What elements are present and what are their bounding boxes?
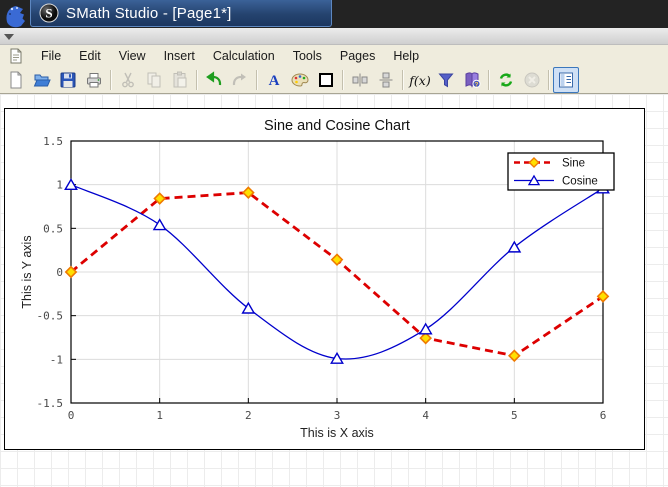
toolbar-separator xyxy=(548,70,550,90)
copy-icon[interactable] xyxy=(141,67,167,93)
reference-book-icon[interactable]: ? xyxy=(459,67,485,93)
toolbar-separator xyxy=(110,70,112,90)
filter-icon[interactable] xyxy=(433,67,459,93)
open-file-icon[interactable] xyxy=(29,67,55,93)
worksheet-canvas[interactable]: 0 1 2 3 4 5 6 -1.5 -1 -0.5 0 0.5 1 1.5 Sine and Cosine… xyxy=(0,94,668,487)
undo-icon[interactable] xyxy=(201,67,227,93)
print-icon[interactable] xyxy=(81,67,107,93)
svg-text:1: 1 xyxy=(156,409,163,422)
svg-text:1.5: 1.5 xyxy=(43,135,63,148)
window-shade-bar xyxy=(0,28,668,45)
window-manager-icon[interactable] xyxy=(1,0,29,28)
menu-tools[interactable]: Tools xyxy=(284,46,331,66)
menu-pages[interactable]: Pages xyxy=(331,46,384,66)
window-title: SMath Studio - [Page1*] xyxy=(66,5,232,22)
svg-text:0: 0 xyxy=(68,409,75,422)
menu-bar: File Edit View Insert Calculation Tools … xyxy=(0,45,668,67)
toolbar-separator xyxy=(342,70,344,90)
save-icon[interactable] xyxy=(55,67,81,93)
font-letter: A xyxy=(269,73,280,89)
svg-text:Sine and Cosine Chart: Sine and Cosine Chart xyxy=(264,118,410,134)
menu-help[interactable]: Help xyxy=(384,46,428,66)
collapse-triangle-icon[interactable] xyxy=(4,34,14,40)
title-bar: S SMath Studio - [Page1*] xyxy=(0,0,668,28)
toolbar: A f(x) ? xyxy=(0,67,668,94)
paste-icon[interactable] xyxy=(167,67,193,93)
smath-logo-icon: S xyxy=(39,3,59,23)
redo-icon[interactable] xyxy=(227,67,253,93)
stop-icon[interactable] xyxy=(519,67,545,93)
palette-icon[interactable] xyxy=(287,67,313,93)
chart-canvas: 0 1 2 3 4 5 6 -1.5 -1 -0.5 0 0.5 1 1.5 Sine and Cosine… xyxy=(5,109,644,453)
svg-text:6: 6 xyxy=(600,409,607,422)
new-page-icon[interactable] xyxy=(3,67,29,93)
function-icon[interactable]: f(x) xyxy=(407,67,433,93)
svg-text:3: 3 xyxy=(334,409,341,422)
menu-file[interactable]: File xyxy=(32,46,70,66)
toolbar-separator xyxy=(402,70,404,90)
recalculate-icon[interactable] xyxy=(493,67,519,93)
menu-calculation[interactable]: Calculation xyxy=(204,46,284,66)
menu-edit[interactable]: Edit xyxy=(70,46,110,66)
align-vertical-icon[interactable] xyxy=(373,67,399,93)
menu-insert[interactable]: Insert xyxy=(155,46,204,66)
svg-text:1: 1 xyxy=(56,179,63,192)
toolbar-separator xyxy=(196,70,198,90)
svg-text:5: 5 xyxy=(511,409,518,422)
svg-text:Cosine: Cosine xyxy=(562,176,598,188)
menu-view[interactable]: View xyxy=(110,46,155,66)
svg-text:This is Y axis: This is Y axis xyxy=(20,235,34,308)
function-label: f(x) xyxy=(409,73,430,88)
svg-text:0.5: 0.5 xyxy=(43,222,63,235)
svg-text:-0.5: -0.5 xyxy=(37,310,64,323)
svg-text:2: 2 xyxy=(245,409,252,422)
title-tab[interactable]: S SMath Studio - [Page1*] xyxy=(30,0,332,27)
svg-text:4: 4 xyxy=(422,409,429,422)
svg-text:-1: -1 xyxy=(50,353,63,366)
help-badge: ? xyxy=(475,81,479,88)
align-horizontal-icon[interactable] xyxy=(347,67,373,93)
svg-text:This is X axis: This is X axis xyxy=(300,426,374,440)
svg-text:0: 0 xyxy=(56,266,63,279)
toolbar-separator xyxy=(488,70,490,90)
page-menu-icon[interactable] xyxy=(8,48,24,64)
font-icon[interactable]: A xyxy=(261,67,287,93)
chart-element[interactable]: 0 1 2 3 4 5 6 -1.5 -1 -0.5 0 0.5 1 1.5 Sine and Cosine… xyxy=(4,108,645,450)
svg-text:Sine: Sine xyxy=(562,158,585,170)
cut-icon[interactable] xyxy=(115,67,141,93)
border-icon[interactable] xyxy=(313,67,339,93)
app-window: S SMath Studio - [Page1*] File Edit View… xyxy=(0,0,668,487)
sidebar-toggle-icon[interactable] xyxy=(553,67,579,93)
toolbar-separator xyxy=(256,70,258,90)
svg-text:-1.5: -1.5 xyxy=(37,397,64,410)
logo-letter: S xyxy=(45,6,52,21)
